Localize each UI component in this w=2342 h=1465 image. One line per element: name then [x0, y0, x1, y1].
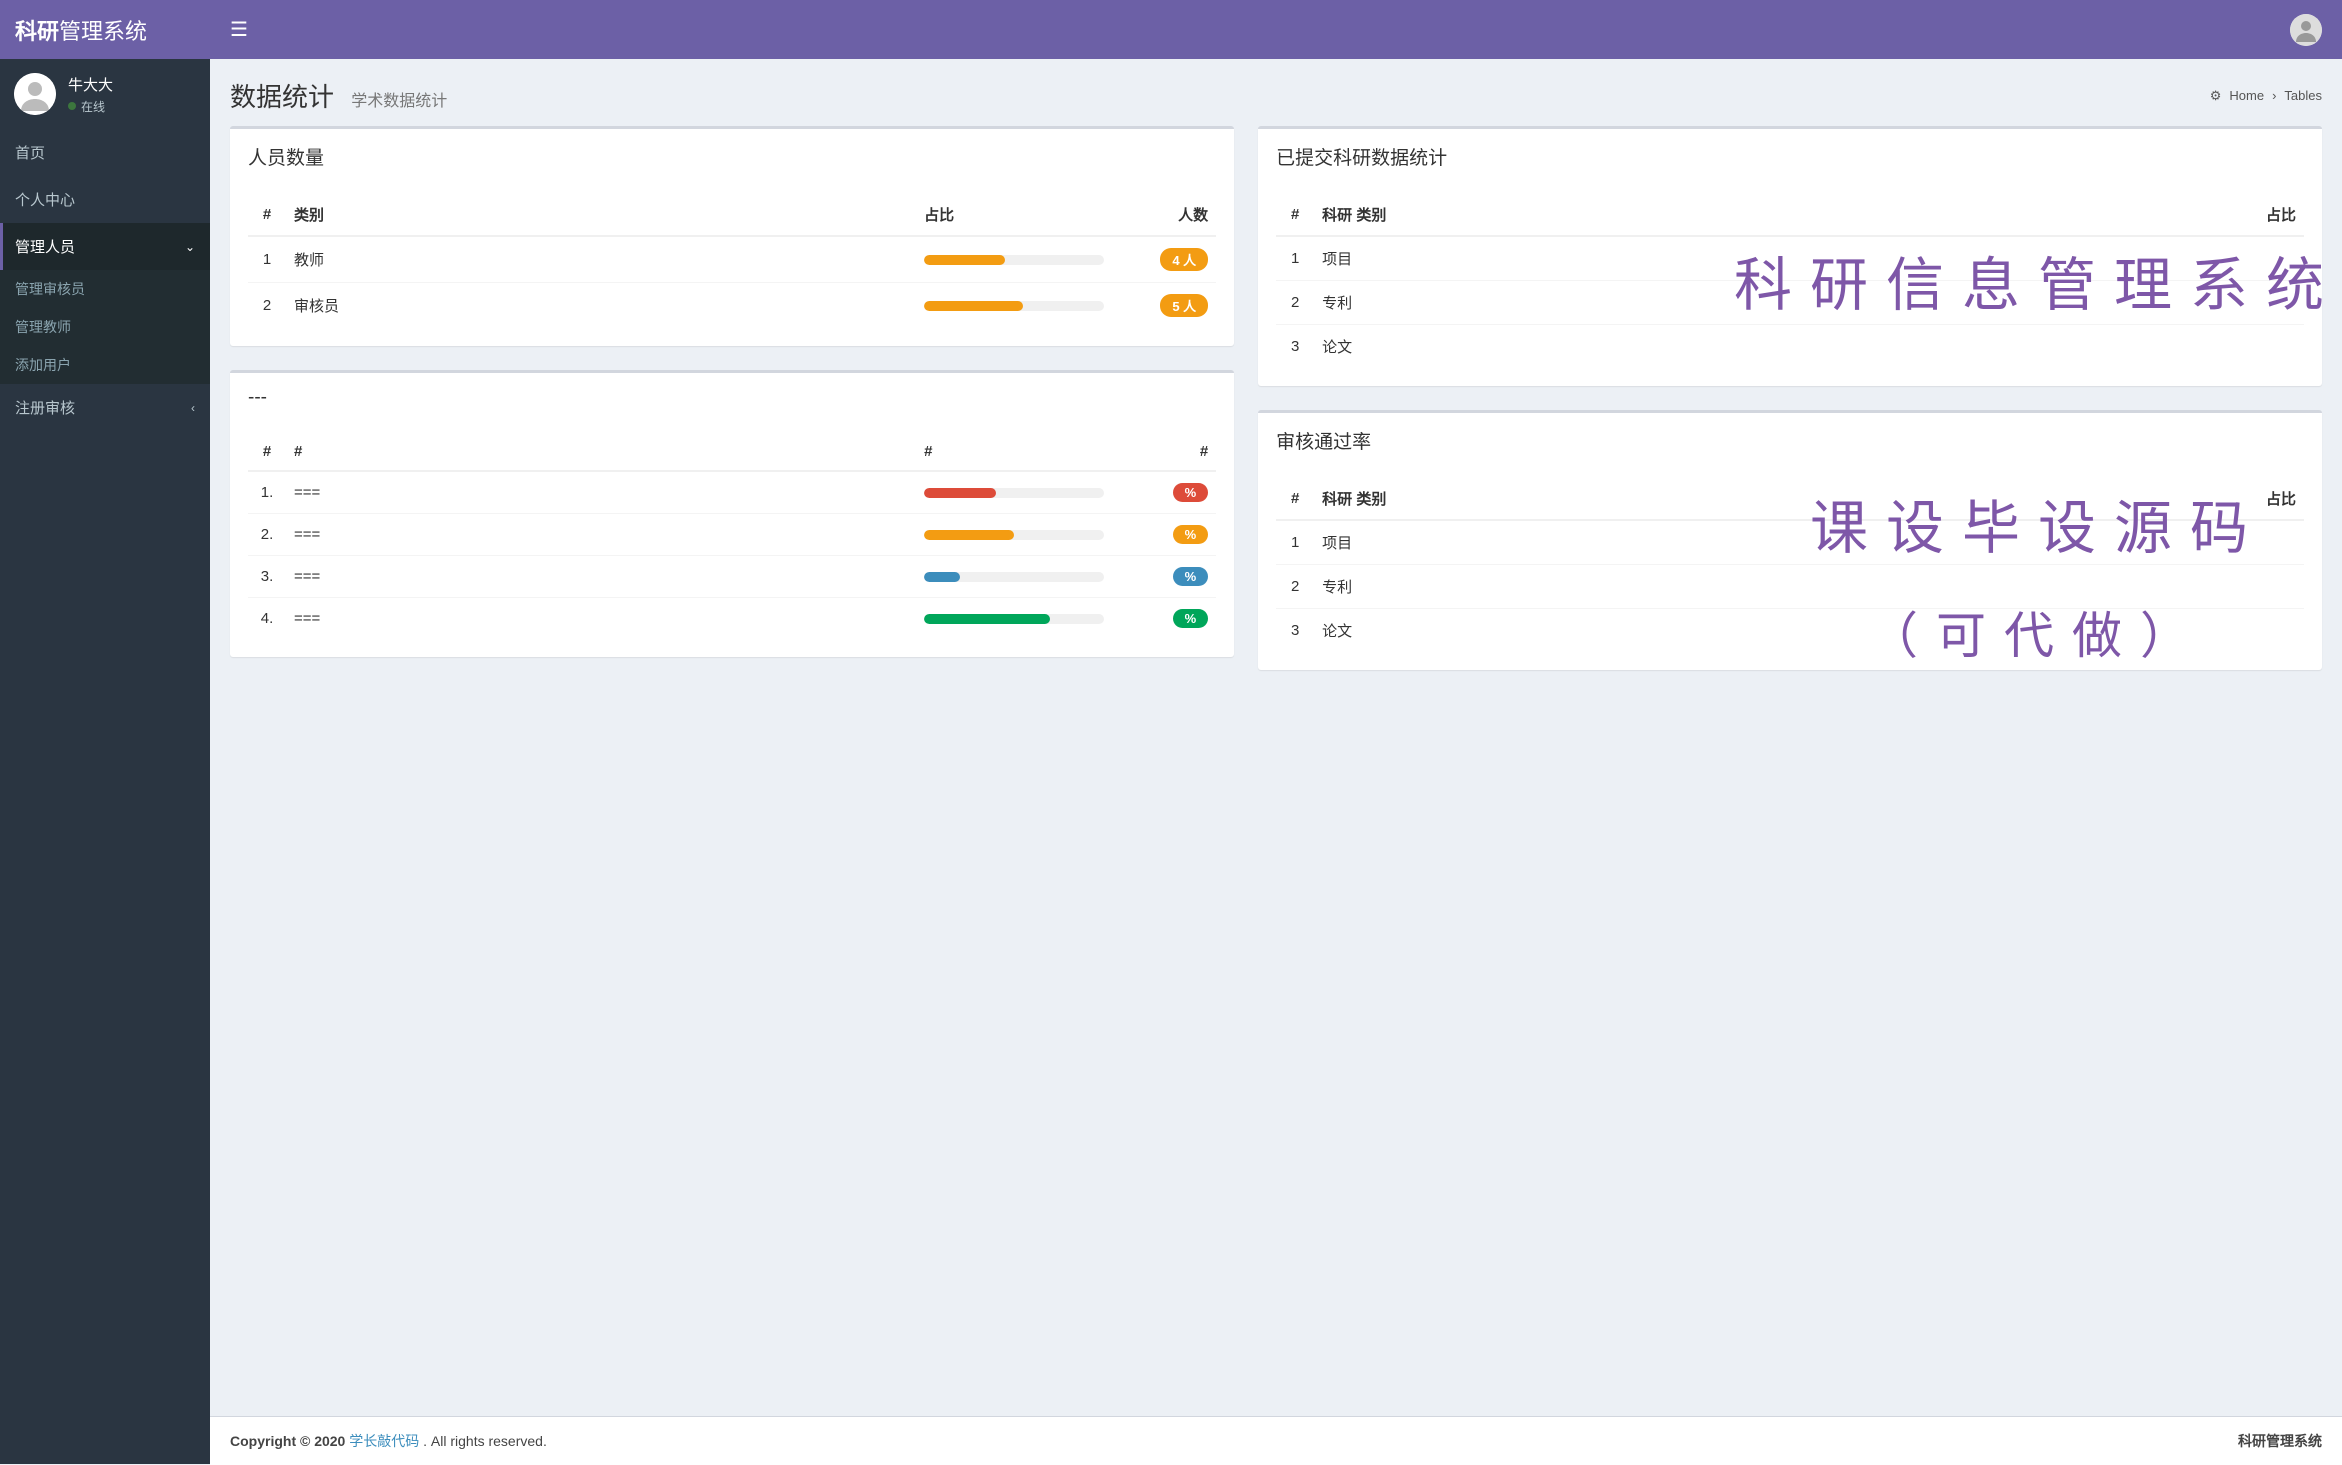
panel-title: 人员数量: [230, 129, 1234, 184]
nav-manage[interactable]: 管理人员 ⌄: [0, 223, 210, 270]
table-row: 2 专利: [1276, 281, 2304, 325]
passrate-table: # 科研 类别 占比 1 项目 2 专利 3 论文: [1276, 478, 2304, 652]
nav-register[interactable]: 注册审核 ‹: [0, 384, 210, 431]
table-row: 2 审核员 5 人: [248, 283, 1216, 329]
panel-submitted: 已提交科研数据统计 # 科研 类别 占比 1 项目 2 专利 3 论文: [1258, 126, 2322, 386]
user-status: 在线: [68, 98, 113, 115]
nav-home[interactable]: 首页: [0, 129, 210, 176]
panel-title: 已提交科研数据统计: [1258, 129, 2322, 184]
app-logo[interactable]: 科研管理系统: [0, 0, 210, 59]
page-subtitle: 学术数据统计: [351, 93, 447, 110]
breadcrumb-home[interactable]: Home: [2229, 88, 2264, 103]
table-row: 2. === %: [248, 514, 1216, 556]
breadcrumb-sep: ›: [2272, 88, 2276, 103]
nav-sub-teacher[interactable]: 管理教师: [0, 308, 210, 346]
nav-sub-adduser[interactable]: 添加用户: [0, 346, 210, 384]
panel-passrate: 审核通过率 # 科研 类别 占比 1 项目 2 专利 3 论文: [1258, 410, 2322, 670]
footer-link[interactable]: 学长敲代码: [349, 1433, 419, 1449]
personnel-table: # 类别 占比 人数 1 教师 4 人 2 审核员 5 人: [248, 194, 1216, 328]
panel-title: 审核通过率: [1258, 413, 2322, 468]
page-title: 数据统计 学术数据统计: [230, 77, 447, 114]
table-row: 3. === %: [248, 556, 1216, 598]
menu-toggle-icon[interactable]: ☰: [230, 17, 248, 42]
chevron-down-icon: ⌄: [185, 240, 195, 254]
table-row: 1 项目: [1276, 520, 2304, 565]
panel-personnel: 人员数量 # 类别 占比 人数 1 教师 4 人 2 审核员 5 人: [230, 126, 1234, 346]
panel-title: ---: [230, 373, 1234, 423]
dashboard-icon: ⚙: [2210, 88, 2222, 104]
sidebar-avatar[interactable]: [14, 73, 56, 115]
panel-unknown: --- # # # # 1. === % 2. === % 3. ===: [230, 370, 1234, 657]
table-row: 2 专利: [1276, 565, 2304, 609]
table-row: 1 项目: [1276, 236, 2304, 281]
submitted-table: # 科研 类别 占比 1 项目 2 专利 3 论文: [1276, 194, 2304, 368]
table-row: 3 论文: [1276, 609, 2304, 653]
status-dot-icon: [68, 102, 76, 110]
table-row: 1 教师 4 人: [248, 236, 1216, 283]
nav-personal[interactable]: 个人中心: [0, 176, 210, 223]
breadcrumb-tables: Tables: [2284, 88, 2322, 103]
nav-sub-auditor[interactable]: 管理审核员: [0, 270, 210, 308]
table-row: 1. === %: [248, 471, 1216, 514]
footer-right: 科研管理系统: [2238, 1433, 2322, 1449]
chevron-left-icon: ‹: [191, 401, 195, 415]
user-avatar[interactable]: [2290, 14, 2322, 46]
breadcrumb: ⚙ Home › Tables: [2210, 88, 2322, 104]
user-panel: 牛大大 在线: [0, 59, 210, 129]
footer: Copyright © 2020 学长敲代码 . All rights rese…: [210, 1416, 2342, 1465]
table-row: 4. === %: [248, 598, 1216, 640]
table-row: 3 论文: [1276, 325, 2304, 369]
sidebar: 牛大大 在线 首页 个人中心 管理人员 ⌄ 管理审核员 管理教师 添加用户 注册…: [0, 59, 210, 1464]
user-name: 牛大大: [68, 74, 113, 95]
unknown-table: # # # # 1. === % 2. === % 3. === % 4. ==…: [248, 433, 1216, 639]
